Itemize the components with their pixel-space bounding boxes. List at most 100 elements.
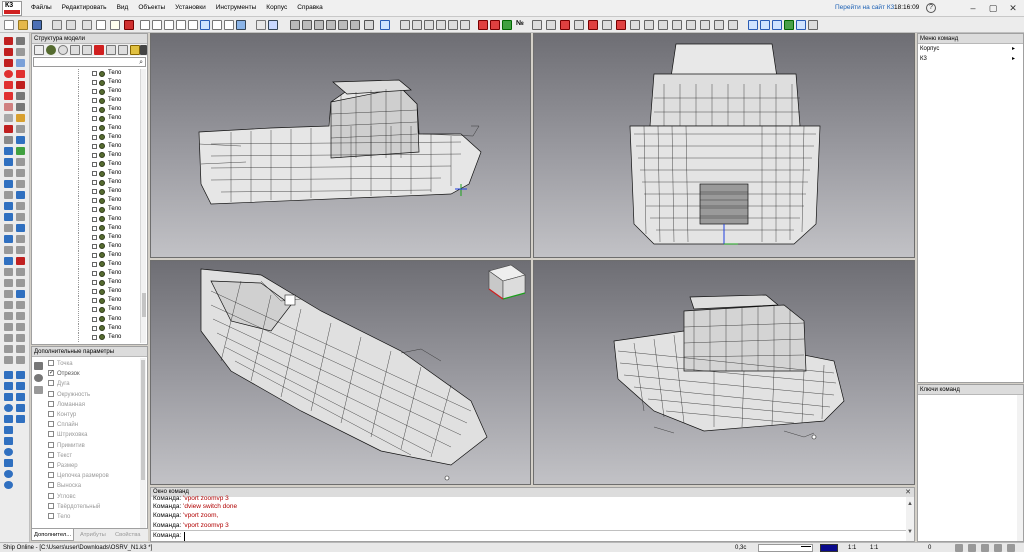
- visibility-checkbox[interactable]: [92, 252, 97, 258]
- measure2-icon[interactable]: [490, 20, 500, 30]
- visibility-checkbox[interactable]: [92, 152, 97, 158]
- scroll-up-icon[interactable]: ▲: [906, 497, 914, 511]
- tool-45-icon[interactable]: [4, 279, 13, 287]
- menu-item-k3[interactable]: К3 ▸: [918, 54, 1018, 64]
- list-param-icon[interactable]: [34, 386, 43, 394]
- visibility-checkbox[interactable]: [92, 143, 97, 149]
- param-row[interactable]: Размер: [48, 461, 78, 471]
- menu-view[interactable]: Вид: [112, 4, 134, 11]
- tree-row[interactable]: Тело: [32, 269, 140, 279]
- tree-row[interactable]: Тело: [32, 105, 140, 115]
- visibility-checkbox[interactable]: [92, 234, 97, 240]
- menu-item-hull[interactable]: Корпус ▸: [918, 44, 1018, 54]
- layer4-icon[interactable]: [326, 20, 336, 30]
- tree-row[interactable]: Тело: [32, 78, 140, 88]
- tree-row[interactable]: Тело: [32, 305, 140, 315]
- command-keys-scrollbar[interactable]: [1017, 395, 1023, 541]
- settings-param-icon[interactable]: [34, 374, 43, 382]
- tree-row[interactable]: Тело: [32, 232, 140, 242]
- visibility-checkbox[interactable]: [92, 98, 97, 104]
- tool-63-icon[interactable]: [4, 382, 13, 390]
- status-tool-2-icon[interactable]: [968, 544, 976, 552]
- tree-row[interactable]: Тело: [32, 169, 140, 179]
- visibility-checkbox[interactable]: [92, 198, 97, 204]
- tool-19-icon[interactable]: [4, 136, 13, 144]
- number-sign-icon[interactable]: №: [516, 20, 524, 27]
- param-checkbox[interactable]: [48, 368, 54, 378]
- tree-row[interactable]: Тело: [32, 241, 140, 251]
- tool-55-icon[interactable]: [4, 334, 13, 342]
- viewport-side[interactable]: [150, 33, 531, 258]
- delete-icon[interactable]: [124, 20, 134, 30]
- tree-row[interactable]: Тело: [32, 123, 140, 133]
- layer6-icon[interactable]: [350, 20, 360, 30]
- close-icon[interactable]: ✕: [905, 488, 911, 497]
- minimize-button[interactable]: –: [966, 2, 980, 14]
- visibility-checkbox[interactable]: [92, 243, 97, 249]
- visibility-checkbox[interactable]: [92, 307, 97, 313]
- tree-row[interactable]: Тело: [32, 205, 140, 215]
- tree-tool-1-icon[interactable]: [34, 45, 44, 55]
- visibility-checkbox[interactable]: [92, 261, 97, 267]
- tree-row[interactable]: Тело: [32, 114, 140, 124]
- tool-u-icon[interactable]: [808, 20, 818, 30]
- tool-29-icon[interactable]: [4, 191, 13, 199]
- tool-75-icon[interactable]: [4, 470, 13, 478]
- render-icon[interactable]: [236, 20, 246, 30]
- tree-row[interactable]: Тело: [32, 87, 140, 97]
- tool-76-icon[interactable]: [4, 481, 13, 489]
- tool-i-icon[interactable]: [644, 20, 654, 30]
- view-left-icon[interactable]: [164, 20, 174, 30]
- param-row[interactable]: Твёрдотельный: [48, 502, 100, 512]
- tool-m-icon[interactable]: [700, 20, 710, 30]
- tool-61-icon[interactable]: [4, 371, 13, 379]
- param-row[interactable]: Ломанная: [48, 400, 85, 410]
- visibility-checkbox[interactable]: [92, 271, 97, 277]
- tree-row[interactable]: Тело: [32, 187, 140, 197]
- param-checkbox[interactable]: [48, 411, 54, 417]
- tool-6-icon[interactable]: [16, 59, 25, 67]
- param-row[interactable]: Контур: [48, 410, 76, 420]
- view-back-icon[interactable]: [152, 20, 162, 30]
- visibility-checkbox[interactable]: [92, 189, 97, 195]
- param-row[interactable]: Тело: [48, 512, 70, 522]
- tool-b-icon[interactable]: [546, 20, 556, 30]
- tool-35-icon[interactable]: [4, 224, 13, 232]
- tool-18-icon[interactable]: [16, 125, 25, 133]
- tool-42-icon[interactable]: [16, 257, 25, 265]
- tree-row[interactable]: Тело: [32, 223, 140, 233]
- snap5-icon[interactable]: [448, 20, 458, 30]
- status-tool-4-icon[interactable]: [994, 544, 1002, 552]
- snap4-icon[interactable]: [436, 20, 446, 30]
- tool-22-icon[interactable]: [16, 147, 25, 155]
- tree-tool-3-icon[interactable]: [58, 45, 68, 55]
- tool-2-icon[interactable]: [16, 37, 25, 45]
- param-checkbox[interactable]: [48, 441, 54, 448]
- layer5-icon[interactable]: [338, 20, 348, 30]
- tool-f-icon[interactable]: [602, 20, 612, 30]
- tool-n-icon[interactable]: [714, 20, 724, 30]
- tool-66-icon[interactable]: [16, 393, 25, 401]
- tool-44-icon[interactable]: [16, 268, 25, 276]
- snap2-icon[interactable]: [412, 20, 422, 30]
- tool-h-icon[interactable]: [630, 20, 640, 30]
- tool-58-icon[interactable]: [16, 345, 25, 353]
- tab-extra-params[interactable]: Дополнител...: [31, 529, 74, 541]
- tool-49-icon[interactable]: [4, 301, 13, 309]
- tool-27-icon[interactable]: [4, 180, 13, 188]
- param-row[interactable]: Цепочка размеров: [48, 471, 109, 481]
- snap3-icon[interactable]: [424, 20, 434, 30]
- undo-icon[interactable]: [52, 20, 62, 30]
- tree-tool-8-icon[interactable]: [118, 45, 128, 55]
- tool-47-icon[interactable]: [4, 290, 13, 298]
- param-checkbox[interactable]: [48, 400, 54, 407]
- tool-30-icon[interactable]: [16, 191, 25, 199]
- tool-68-icon[interactable]: [16, 404, 25, 412]
- visibility-checkbox[interactable]: [92, 134, 97, 140]
- tree-row[interactable]: Тело: [32, 214, 140, 224]
- tool-41-icon[interactable]: [4, 257, 13, 265]
- visibility-checkbox[interactable]: [92, 280, 97, 286]
- status-tool-1-icon[interactable]: [955, 544, 963, 552]
- redo-icon[interactable]: [66, 20, 76, 30]
- tree-row[interactable]: Тело: [32, 259, 140, 269]
